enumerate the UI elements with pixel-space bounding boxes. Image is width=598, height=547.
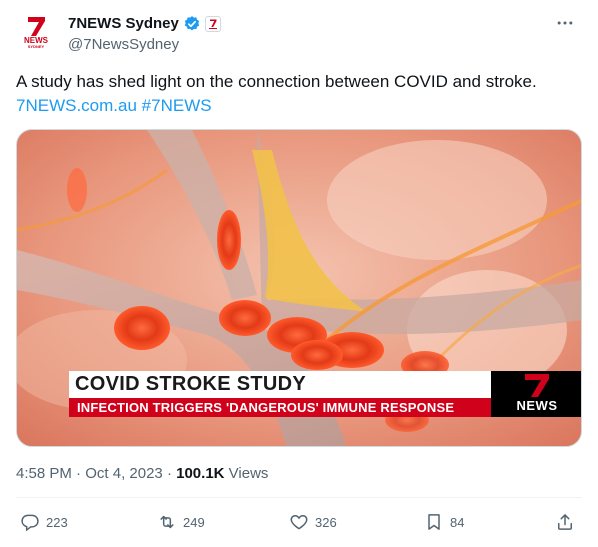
account-handle[interactable]: @7NewsSydney [68, 35, 179, 55]
article-link[interactable]: 7NEWS.com.au [16, 96, 137, 115]
like-button[interactable]: 326 [289, 502, 337, 542]
tweet-actions: 223 249 326 84 [16, 502, 582, 542]
bookmark-count: 84 [450, 514, 465, 530]
bookmark-icon [428, 514, 440, 530]
reply-button[interactable]: 223 [20, 502, 68, 542]
seven-news-watermark: NEWS [491, 371, 581, 417]
display-name[interactable]: 7NEWS Sydney [68, 14, 179, 34]
tweet-header: NEWS SYDNEY 7NEWS Sydney @7NewsSydney [16, 12, 582, 56]
retweet-button[interactable]: 249 [157, 502, 205, 542]
tweet-media-video[interactable]: COVID STROKE STUDY INFECTION TRIGGERS 'D… [16, 129, 582, 447]
meta-separator: · [76, 465, 82, 482]
tweet-meta: 4:58 PM · Oct 4, 2023 · 100.1K Views [16, 464, 268, 484]
tweet-date[interactable]: Oct 4, 2023 [85, 465, 163, 482]
news-lower-third: COVID STROKE STUDY INFECTION TRIGGERS 'D… [69, 371, 581, 418]
reply-count: 223 [46, 514, 68, 530]
retweet-count: 249 [183, 514, 205, 530]
meta-separator-2: · [166, 465, 172, 482]
retweet-icon [160, 515, 174, 529]
like-count: 326 [315, 514, 337, 530]
video-subheadline: INFECTION TRIGGERS 'DANGEROUS' IMMUNE RE… [69, 398, 491, 417]
svg-text:SYDNEY: SYDNEY [28, 44, 45, 49]
more-options-icon[interactable] [548, 12, 582, 34]
avatar[interactable]: NEWS SYDNEY [16, 12, 56, 52]
hashtag-link[interactable]: #7NEWS [142, 96, 212, 115]
share-button[interactable] [555, 502, 575, 542]
video-headline: COVID STROKE STUDY [69, 371, 491, 398]
views-count: 100.1K [176, 465, 225, 482]
heart-icon [290, 514, 308, 530]
tweet-links: 7NEWS.com.au #7NEWS [16, 94, 212, 118]
bookmark-button[interactable]: 84 [424, 502, 464, 542]
tweet-text: A study has shed light on the connection… [16, 72, 537, 91]
views-label: Views [228, 465, 269, 482]
seven-network-affiliate-icon[interactable] [204, 16, 221, 32]
reply-icon [21, 514, 39, 532]
share-icon [558, 514, 572, 530]
tweet-time[interactable]: 4:58 PM [16, 465, 72, 482]
divider [16, 497, 582, 498]
seven-logo-icon [525, 374, 549, 397]
watermark-text: NEWS [516, 398, 558, 413]
verified-badge-icon [183, 15, 201, 33]
seven-news-logo-icon: NEWS SYDNEY [16, 12, 56, 52]
name-row: 7NEWS Sydney [68, 14, 221, 34]
